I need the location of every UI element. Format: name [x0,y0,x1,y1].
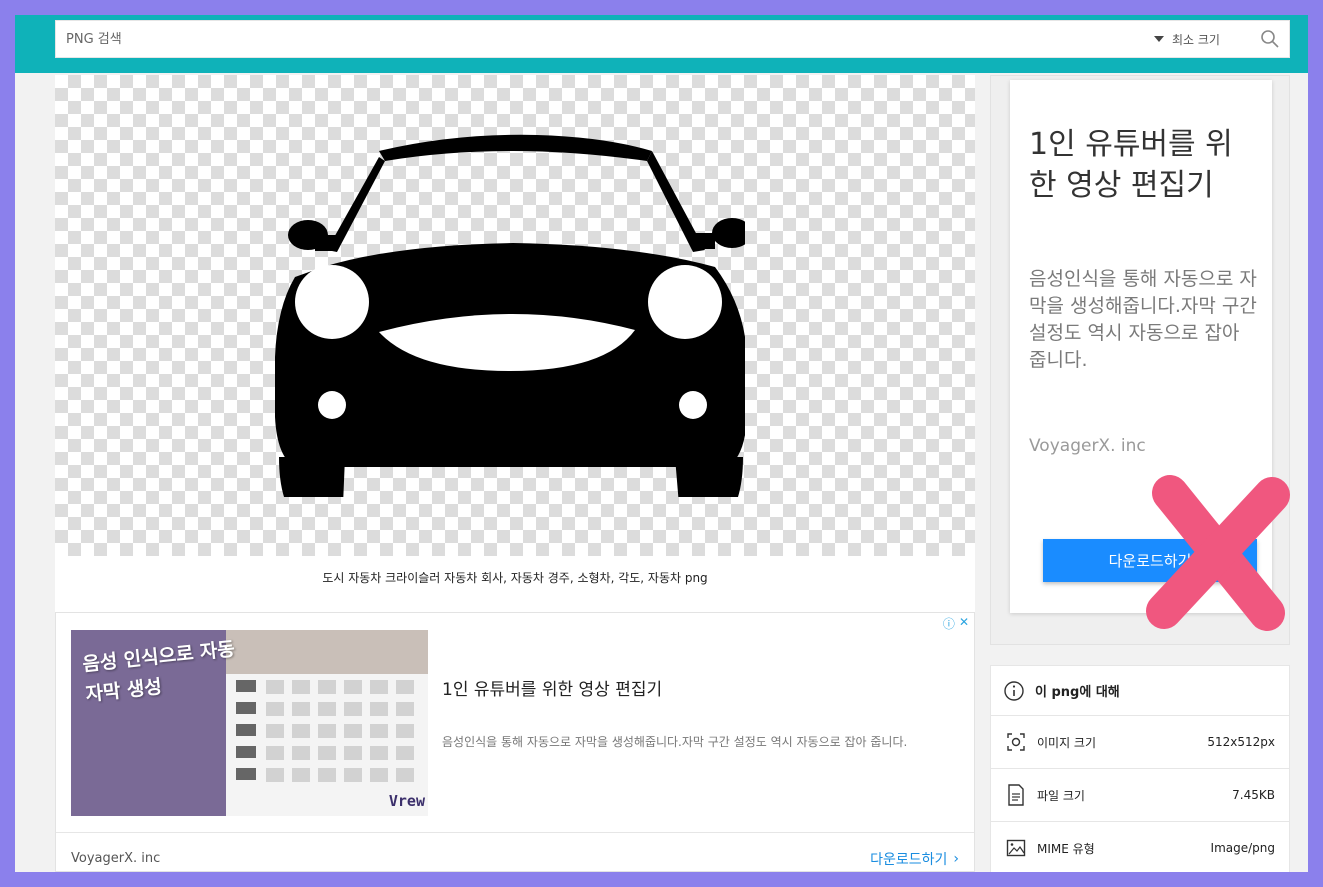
divider [56,832,974,833]
ad-title[interactable]: 1인 유튜버를 위한 영상 편집기 [442,675,662,700]
row-thumb [236,724,256,736]
info-icon[interactable]: ⓘ [943,615,955,632]
info-icon [1004,680,1024,701]
image-icon [1005,837,1027,859]
header-bar: 최소 크기 [15,15,1308,73]
ad-card[interactable]: ⓘ ✕ 음성 인식으로 자동 자막 생성 Vrew 1인 유튜버를 위한 영상 … [55,612,975,872]
png-info-panel: 이 png에 대해 이미지 크기 512x512px 파일 크기 7.45KB … [990,665,1290,872]
info-value: Image/png [1210,841,1275,855]
file-icon [1005,784,1027,806]
image-caption: 도시 자동차 크라이슬러 자동차 회사, 자동차 경주, 소형차, 각도, 자동… [322,571,708,585]
ad-download-label: 다운로드하기 [870,852,948,868]
ad-advertiser: VoyagerX. inc [71,851,161,866]
image-size-icon [1005,731,1027,753]
page-frame: 최소 크기 [15,15,1308,872]
row-line [266,724,416,738]
info-value: 512x512px [1207,735,1275,749]
caret-down-icon [1154,36,1164,42]
video-preview [226,630,428,674]
row-line [266,702,416,716]
info-label: 이미지 크기 [1037,735,1097,750]
size-filter-dropdown[interactable]: 최소 크기 [1154,21,1244,57]
size-filter-label: 최소 크기 [1172,32,1220,47]
info-label: MIME 유형 [1037,841,1095,856]
side-ad-title[interactable]: 1인 유튜버를 위한 영상 편집기 [1029,124,1259,206]
ad-screen-mockup [226,630,428,816]
search-icon[interactable] [1260,29,1280,49]
car-image[interactable] [275,117,745,497]
ad-description: 음성인식을 통해 자동으로 자막을 생성해줍니다.자막 구간 설정도 역시 자동… [442,735,908,749]
info-row-mime-type: MIME 유형 Image/png [991,822,1289,872]
close-x-icon[interactable] [1142,473,1297,633]
vrew-logo: Vrew [388,792,425,810]
search-input[interactable] [56,21,1136,57]
info-row-image-size: 이미지 크기 512x512px [991,716,1289,769]
row-line [266,746,416,760]
info-label: 파일 크기 [1037,788,1085,803]
ad-choices[interactable]: ⓘ ✕ [943,615,969,632]
close-icon[interactable]: ✕ [959,615,969,632]
row-line [266,768,416,782]
info-heading: 이 png에 대해 [1035,685,1120,700]
row-line [266,680,416,694]
ad-download-link[interactable]: 다운로드하기 › [870,849,959,869]
info-row-file-size: 파일 크기 7.45KB [991,769,1289,822]
row-thumb [236,768,256,780]
image-preview-panel: 도시 자동차 크라이슬러 자동차 회사, 자동차 경주, 소형차, 각도, 자동… [55,75,975,612]
transparent-background [55,75,975,556]
row-thumb [236,702,256,714]
ad-thumbnail-text: 음성 인식으로 자동 자막 생성 [81,637,236,706]
side-ad-advertiser: VoyagerX. inc [1029,436,1146,456]
row-thumb [236,746,256,758]
side-ad-description: 음성인식을 통해 자동으로 자막을 생성해줍니다.자막 구간 설정도 역시 자동… [1029,268,1257,371]
ad-thumbnail[interactable]: 음성 인식으로 자동 자막 생성 Vrew [71,630,428,816]
search-bar: 최소 크기 [55,20,1290,58]
chevron-right-icon: › [953,851,959,867]
info-heading-row: 이 png에 대해 [991,666,1289,716]
info-value: 7.45KB [1232,788,1275,802]
